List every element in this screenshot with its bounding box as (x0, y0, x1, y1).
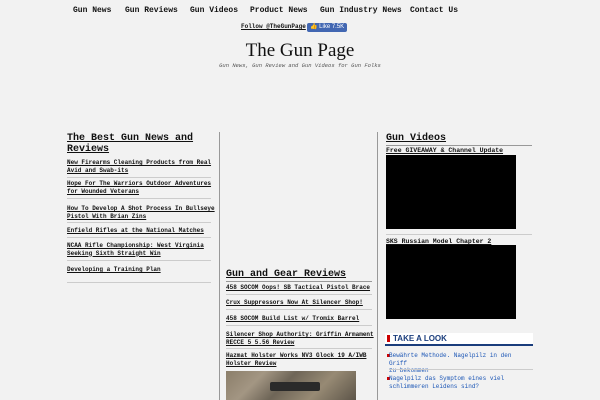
take-a-look-item-1[interactable]: Bewährte Methode. Nagelpilz in den Griff… (389, 352, 533, 375)
post-link-training-plan[interactable]: Developing a Training Plan (67, 266, 161, 274)
separator (67, 222, 211, 223)
separator (226, 348, 372, 349)
left-column-title-line2: Reviews (67, 144, 110, 155)
column-divider-right (377, 132, 378, 400)
nav-product-news[interactable]: Product News (250, 6, 308, 15)
pistol-image-detail (270, 382, 320, 391)
post-link-hope-for-warriors[interactable]: Hope For The Warriors Outdoor Adventures… (67, 180, 211, 195)
nav-gun-news[interactable]: Gun News (73, 6, 111, 15)
separator (226, 325, 372, 326)
separator (67, 237, 211, 238)
separator (226, 309, 372, 310)
separator (226, 294, 372, 295)
like-count: Like 7.5K (319, 24, 345, 30)
nav-gun-videos[interactable]: Gun Videos (190, 6, 238, 15)
video-title-sks[interactable]: SKS Russian Model Chapter 2 (386, 238, 491, 245)
nav-gun-industry-news[interactable]: Gun Industry News (320, 6, 402, 15)
right-column-title[interactable]: Gun Videos (386, 133, 446, 144)
thumbs-up-icon: 👍 (310, 24, 318, 30)
site-tagline: Gun News, Gun Review and Gun Videos for … (219, 62, 381, 69)
video-title-giveaway[interactable]: Free GIVEAWAY & Channel Update (386, 147, 503, 154)
twitter-follow-link[interactable]: Follow @TheGunPage (241, 23, 306, 30)
separator (67, 260, 211, 261)
separator (386, 234, 532, 235)
nav-gun-reviews[interactable]: Gun Reviews (125, 6, 178, 15)
post-link-ncaa-rifle[interactable]: NCAA Rifle Championship: West Virginia Se… (67, 242, 204, 257)
review-link-crux-suppressors[interactable]: Crux Suppressors Now At Silencer Shop! (226, 299, 363, 307)
separator (389, 369, 533, 370)
facebook-like-button[interactable]: 👍 Like 7.5K (307, 23, 348, 32)
nav-contact-us[interactable]: Contact Us (410, 6, 458, 15)
separator (226, 281, 372, 282)
top-navigation: Gun News Gun Reviews Gun Videos Product … (0, 0, 600, 22)
take-a-look-title: TAKE A LOOK (393, 334, 447, 343)
review-link-458-build-list[interactable]: 458 SOCOM Build List w/ Tromix Barrel (226, 315, 359, 323)
take-a-look-marker (387, 335, 390, 342)
post-link-cleaning-products[interactable]: New Firearms Cleaning Products from Real… (67, 159, 211, 174)
site-title[interactable]: The Gun Page (0, 40, 600, 62)
post-link-enfield-rifles[interactable]: Enfield Rifles at the National Matches (67, 227, 204, 235)
column-divider-left (219, 132, 220, 400)
middle-column-title[interactable]: Gun and Gear Reviews (226, 269, 346, 280)
video-player-sks[interactable] (386, 245, 516, 319)
separator (67, 177, 211, 178)
separator (386, 145, 532, 146)
review-link-griffin-recce[interactable]: Silencer Shop Authority: Griffin Armamen… (226, 331, 374, 346)
post-link-shot-process[interactable]: How To Develop A Shot Process In Bullsey… (67, 205, 215, 220)
video-player-giveaway[interactable] (386, 155, 516, 229)
separator (67, 282, 211, 283)
take-a-look-header: TAKE A LOOK (385, 333, 533, 346)
review-link-hazmat-holster[interactable]: Hazmat Holster Works NV3 Glock 19 A/IWB H… (226, 352, 366, 367)
take-a-look-item-2[interactable]: Nagelpilz das Symptom eines viel schlimme… (389, 375, 533, 390)
separator (67, 198, 211, 199)
left-column-title[interactable]: The Best Gun News and Reviews (67, 133, 193, 155)
review-link-458-socom-brace[interactable]: 458 SOCOM Oops! SB Tactical Pistol Brace (226, 284, 370, 292)
left-column-title-line1: The Best Gun News and (67, 133, 194, 144)
